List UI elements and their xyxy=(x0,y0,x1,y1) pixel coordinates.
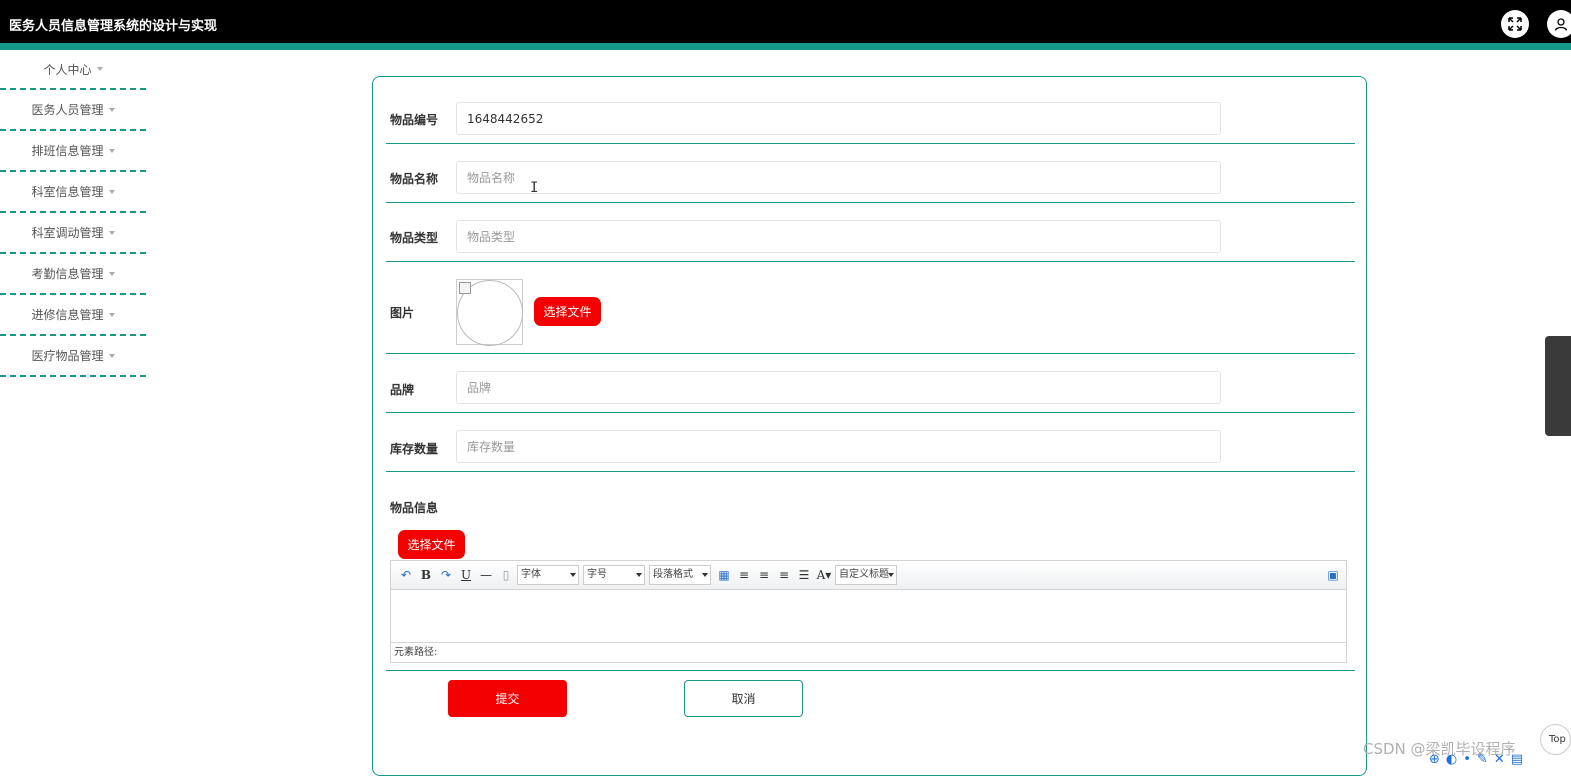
top-header: 医务人员信息管理系统的设计与实现 xyxy=(0,0,1571,43)
sidebar-item-label: 医务人员管理 xyxy=(31,103,104,117)
font-family-select-value: 字体 xyxy=(521,569,541,580)
broken-image-icon xyxy=(459,282,471,294)
item-no-label: 物品编号 xyxy=(390,113,439,127)
align-right-icon[interactable]: ≡ xyxy=(755,566,773,584)
sidebar-item-medical-supplies[interactable]: 医疗物品管理 xyxy=(0,336,146,377)
fullscreen-button[interactable] xyxy=(1501,10,1529,38)
dropdown-arrow-icon xyxy=(702,573,708,577)
caret-down-icon xyxy=(108,148,115,153)
sidebar-item-label: 进修信息管理 xyxy=(31,308,104,322)
sidebar-item-label: 科室调动管理 xyxy=(31,226,104,240)
font-family-select[interactable]: 字体 xyxy=(517,565,579,585)
sidebar-item-attendance[interactable]: 考勤信息管理 xyxy=(0,254,146,295)
keyboard-icon[interactable]: ▤ xyxy=(1511,752,1523,767)
caret-down-icon xyxy=(108,312,115,317)
tools-icon[interactable]: ✕ xyxy=(1494,752,1505,767)
submit-button[interactable]: 提交 xyxy=(448,680,567,717)
item-form: 物品编号 物品名称 物品类型 图片 选择文件 品牌 库存数量 物品信息 选择文件… xyxy=(372,76,1367,776)
info-choose-file-button[interactable]: 选择文件 xyxy=(398,530,465,559)
caret-down-icon xyxy=(96,67,103,71)
brand-label: 品牌 xyxy=(390,383,415,397)
dropdown-arrow-icon xyxy=(570,573,576,577)
sidebar-item-label: 考勤信息管理 xyxy=(31,267,104,281)
item-name-label: 物品名称 xyxy=(390,172,439,186)
stock-label: 库存数量 xyxy=(390,442,439,456)
underline-icon[interactable]: U xyxy=(457,566,475,584)
font-color-icon[interactable]: A▾ xyxy=(815,566,833,584)
form-row-stock: 库存数量 xyxy=(386,413,1355,472)
sidebar-item-department[interactable]: 科室信息管理 xyxy=(0,172,146,213)
sidebar-item-label: 排班信息管理 xyxy=(31,144,104,158)
sidebar: 个人中心 医务人员管理 排班信息管理 科室信息管理 科室调动管理 考勤信息管理 … xyxy=(0,50,146,377)
caret-down-icon xyxy=(108,107,115,112)
table-icon[interactable]: ▦ xyxy=(715,566,733,584)
dropdown-arrow-icon xyxy=(888,573,894,577)
app-title: 医务人员信息管理系统的设计与实现 xyxy=(9,19,218,34)
redo-icon[interactable]: ↷ xyxy=(437,566,455,584)
caret-down-icon xyxy=(108,353,115,358)
item-type-input[interactable] xyxy=(456,220,1221,253)
paragraph-format-select-value: 段落格式 xyxy=(653,569,693,580)
text-cursor-icon: I xyxy=(530,180,539,196)
editor-path-bar: 元素路径: xyxy=(391,642,1346,662)
align-left-icon[interactable]: ≡ xyxy=(735,566,753,584)
image-choose-file-button[interactable]: 选择文件 xyxy=(534,297,601,326)
sidebar-item-schedule[interactable]: 排班信息管理 xyxy=(0,131,146,172)
sidebar-item-transfer[interactable]: 科室调动管理 xyxy=(0,213,146,254)
bold-icon[interactable]: B xyxy=(417,566,435,584)
horizontal-rule-icon[interactable]: — xyxy=(477,566,495,584)
caret-down-icon xyxy=(108,230,115,235)
back-to-top-button[interactable]: Top xyxy=(1540,724,1571,755)
align-justify-icon[interactable]: ☰ xyxy=(795,566,813,584)
image-preview xyxy=(456,279,523,346)
sidebar-item-medical-staff[interactable]: 医务人员管理 xyxy=(0,90,146,131)
font-size-select[interactable]: 字号 xyxy=(583,565,645,585)
chinese-input-icon[interactable]: ◐ xyxy=(1446,752,1457,767)
editor-path-label: 元素路径: xyxy=(394,647,438,658)
editor-toolbar: ↶ B ↷ U — ▯ 字体 字号 段落格式 ▦ ≡ ≡ ≡ ☰ A▾ 自定义标… xyxy=(391,561,1346,590)
user-icon xyxy=(1554,18,1568,31)
caret-down-icon xyxy=(108,271,115,276)
item-name-input[interactable] xyxy=(456,161,1221,194)
form-row-brand: 品牌 xyxy=(386,354,1355,413)
translate-icon[interactable]: ⊕ xyxy=(1429,752,1440,767)
header-accent-strip xyxy=(0,43,1571,50)
expand-icon xyxy=(1508,17,1522,31)
floating-toolbar: ⊕ ◐ • ✎ ✕ ▤ xyxy=(1429,752,1529,767)
stock-input[interactable] xyxy=(456,430,1221,463)
brand-input[interactable] xyxy=(456,371,1221,404)
form-row-image: 图片 选择文件 xyxy=(386,262,1355,354)
dropdown-arrow-icon xyxy=(636,573,642,577)
rich-text-editor: ↶ B ↷ U — ▯ 字体 字号 段落格式 ▦ ≡ ≡ ≡ ☰ A▾ 自定义标… xyxy=(390,560,1347,663)
dot-icon[interactable]: • xyxy=(1463,752,1471,767)
editor-content-area[interactable] xyxy=(391,590,1346,642)
pen-icon[interactable]: ✎ xyxy=(1477,752,1488,767)
item-no-input[interactable] xyxy=(456,102,1221,135)
undo-icon[interactable]: ↶ xyxy=(397,566,415,584)
caret-down-icon xyxy=(108,189,115,194)
item-info-label: 物品信息 xyxy=(390,501,439,515)
custom-title-select[interactable]: 自定义标题 xyxy=(835,565,897,585)
blank-page-icon[interactable]: ▯ xyxy=(497,566,515,584)
sidebar-item-label: 科室信息管理 xyxy=(31,185,104,199)
paragraph-format-select[interactable]: 段落格式 xyxy=(649,565,711,585)
cancel-button[interactable]: 取消 xyxy=(684,680,803,717)
side-drawer-tab[interactable] xyxy=(1545,336,1571,436)
item-type-label: 物品类型 xyxy=(390,231,439,245)
form-row-item-type: 物品类型 xyxy=(386,203,1355,262)
align-center-icon[interactable]: ≡ xyxy=(775,566,793,584)
sidebar-item-label: 个人中心 xyxy=(43,62,92,77)
form-row-item-no: 物品编号 xyxy=(386,77,1355,144)
image-label: 图片 xyxy=(390,306,415,320)
font-size-select-value: 字号 xyxy=(587,569,607,580)
sidebar-item-personal-center[interactable]: 个人中心 xyxy=(0,50,146,90)
user-button[interactable] xyxy=(1547,10,1571,38)
sidebar-item-label: 医疗物品管理 xyxy=(31,349,104,363)
preview-icon[interactable]: ▣ xyxy=(1324,566,1342,584)
custom-title-select-value: 自定义标题 xyxy=(839,569,889,580)
sidebar-item-training[interactable]: 进修信息管理 xyxy=(0,295,146,336)
